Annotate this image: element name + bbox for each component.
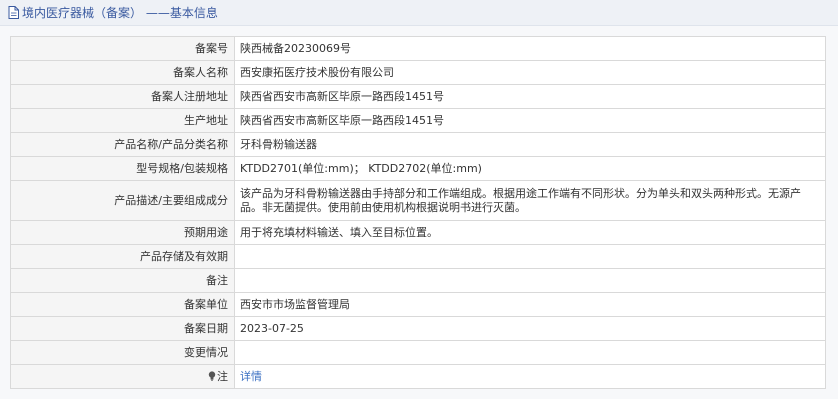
row-value: 该产品为牙科骨粉输送器由手持部分和工作端组成。根据用途工作端有不同形状。分为单头… bbox=[234, 180, 826, 221]
row-label: 注 bbox=[217, 369, 228, 383]
row-value bbox=[234, 268, 826, 293]
row-label: 型号规格/包装规格 bbox=[10, 156, 235, 181]
row-label: 产品存储及有效期 bbox=[10, 244, 235, 269]
table-row: 注 详情 bbox=[10, 364, 826, 389]
table-row: 产品名称/产品分类名称 牙科骨粉输送器 bbox=[10, 132, 826, 157]
row-label: 备案单位 bbox=[10, 292, 235, 317]
row-value: 2023-07-25 bbox=[234, 316, 826, 341]
table-row: 备案人注册地址 陕西省西安市高新区毕原一路西段1451号 bbox=[10, 84, 826, 109]
row-value bbox=[234, 244, 826, 269]
table-row: 备注 bbox=[10, 268, 826, 293]
table-row: 变更情况 bbox=[10, 340, 826, 365]
row-label: 产品描述/主要组成成分 bbox=[10, 180, 235, 221]
row-value: 陕西省西安市高新区毕原一路西段1451号 bbox=[234, 84, 826, 109]
table-row: 生产地址 陕西省西安市高新区毕原一路西段1451号 bbox=[10, 108, 826, 133]
row-label: 备注 bbox=[10, 268, 235, 293]
note-label: 注 bbox=[10, 364, 235, 389]
row-value: 陕西械备20230069号 bbox=[234, 36, 826, 61]
row-label: 备案日期 bbox=[10, 316, 235, 341]
row-value: 西安康拓医疗技术股份有限公司 bbox=[234, 60, 826, 85]
table-row: 备案人名称 西安康拓医疗技术股份有限公司 bbox=[10, 60, 826, 85]
page-title: 境内医疗器械（备案） ——基本信息 bbox=[22, 6, 218, 20]
row-label: 预期用途 bbox=[10, 220, 235, 245]
row-value: KTDD2701(单位:mm)； KTDD2702(单位:mm) bbox=[234, 156, 826, 181]
row-value: 西安市市场监督管理局 bbox=[234, 292, 826, 317]
row-value: 陕西省西安市高新区毕原一路西段1451号 bbox=[234, 108, 826, 133]
table-row: 产品存储及有效期 bbox=[10, 244, 826, 269]
table-row: 备案单位 西安市市场监督管理局 bbox=[10, 292, 826, 317]
page-header: 境内医疗器械（备案） ——基本信息 bbox=[0, 0, 838, 26]
lightbulb-icon bbox=[208, 370, 216, 381]
row-label: 生产地址 bbox=[10, 108, 235, 133]
row-value bbox=[234, 340, 826, 365]
table-row: 备案日期 2023-07-25 bbox=[10, 316, 826, 341]
info-panel: 备案号 陕西械备20230069号 备案人名称 西安康拓医疗技术股份有限公司 备… bbox=[0, 26, 838, 399]
table-row: 预期用途 用于将充填材料输送、填入至目标位置。 bbox=[10, 220, 826, 245]
table-row: 备案号 陕西械备20230069号 bbox=[10, 36, 826, 61]
row-label: 变更情况 bbox=[10, 340, 235, 365]
row-label: 备案人注册地址 bbox=[10, 84, 235, 109]
row-label: 备案号 bbox=[10, 36, 235, 61]
row-label: 产品名称/产品分类名称 bbox=[10, 132, 235, 157]
table-row: 型号规格/包装规格 KTDD2701(单位:mm)； KTDD2702(单位:m… bbox=[10, 156, 826, 181]
row-value: 牙科骨粉输送器 bbox=[234, 132, 826, 157]
table-row: 产品描述/主要组成成分 该产品为牙科骨粉输送器由手持部分和工作端组成。根据用途工… bbox=[10, 180, 826, 221]
details-link[interactable]: 详情 bbox=[240, 370, 262, 383]
document-icon bbox=[8, 6, 19, 19]
row-label: 备案人名称 bbox=[10, 60, 235, 85]
row-value: 详情 bbox=[234, 364, 826, 389]
info-table: 备案号 陕西械备20230069号 备案人名称 西安康拓医疗技术股份有限公司 备… bbox=[10, 36, 826, 389]
row-value: 用于将充填材料输送、填入至目标位置。 bbox=[234, 220, 826, 245]
